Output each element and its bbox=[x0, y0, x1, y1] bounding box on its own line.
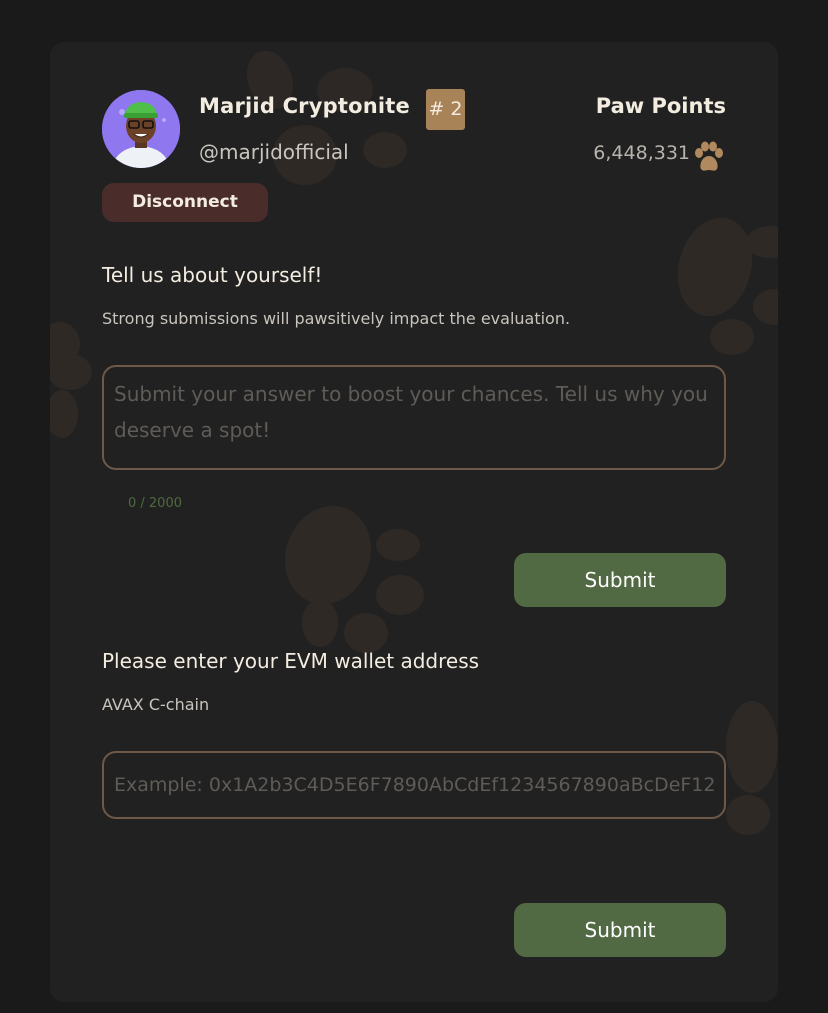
wallet-address-input[interactable] bbox=[102, 751, 726, 819]
background-paw-icon bbox=[284, 505, 424, 653]
wallet-submit-button[interactable]: Submit bbox=[514, 903, 726, 957]
avatar-image bbox=[102, 90, 180, 168]
rank-badge: # 2 bbox=[426, 89, 465, 130]
profile-name: Marjid Cryptonite bbox=[199, 94, 410, 118]
background-paw-icon bbox=[50, 322, 92, 438]
background-paw-icon bbox=[677, 217, 778, 355]
profile-handle: @marjidofficial bbox=[199, 140, 349, 164]
avatar bbox=[102, 90, 180, 168]
about-title: Tell us about yourself! bbox=[102, 263, 323, 287]
disconnect-button[interactable]: Disconnect bbox=[102, 183, 268, 222]
wallet-subtitle: AVAX C-chain bbox=[102, 695, 210, 714]
paw-points-title: Paw Points bbox=[595, 94, 726, 118]
submission-card: Marjid Cryptonite # 2 @marjidofficial Di… bbox=[50, 42, 778, 1002]
paw-icon bbox=[695, 141, 723, 171]
background-paw-icon bbox=[246, 50, 407, 185]
about-textarea[interactable] bbox=[102, 365, 726, 470]
wallet-title: Please enter your EVM wallet address bbox=[102, 649, 480, 673]
character-counter: 0 / 2000 bbox=[128, 496, 182, 511]
about-subtitle: Strong submissions will pawsitively impa… bbox=[102, 309, 571, 328]
paw-points-value: 6,448,331 bbox=[593, 142, 690, 164]
about-submit-button[interactable]: Submit bbox=[514, 553, 726, 607]
background-paw-icon bbox=[726, 701, 778, 835]
